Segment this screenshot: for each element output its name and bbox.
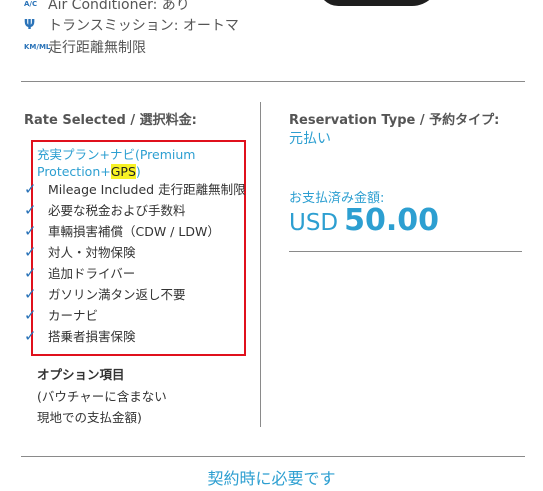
checkmark-icon: ✓	[24, 305, 37, 324]
inclusion-label: 対人・対物保険	[48, 245, 136, 260]
mileage-icon: KM/ML	[24, 43, 51, 51]
reservation-type-value: 元払い	[289, 131, 331, 147]
car-image	[318, 0, 440, 6]
divider-vertical	[260, 102, 261, 427]
inclusion-label: 搭乗者損害保険	[48, 329, 136, 344]
inclusion-label: ガソリン満タン返し不要	[48, 287, 186, 302]
feature-label: Air Conditioner: あり	[48, 0, 190, 13]
list-item: ✓ 追加ドライバー	[24, 262, 246, 283]
list-item: ✓ ガソリン満タン返し不要	[24, 283, 246, 304]
feature-mileage: KM/ML 走行距離無制限	[24, 37, 146, 57]
checkmark-icon: ✓	[24, 263, 37, 282]
list-item: ✓ カーナビ	[24, 304, 246, 325]
feature-air-conditioner: A/C Air Conditioner: あり	[24, 0, 190, 14]
paid-amount: USD 50.00	[289, 203, 439, 238]
checkmark-icon: ✓	[24, 284, 37, 303]
options-note-line-1: (バウチャーに含まない	[37, 389, 167, 404]
inclusion-label: 必要な税金および手数料	[48, 203, 186, 218]
inclusion-label: 追加ドライバー	[48, 266, 136, 281]
checkmark-icon: ✓	[24, 200, 37, 219]
feature-transmission: Ψ トランスミッション: オートマ	[24, 15, 239, 35]
required-at-contract-link[interactable]: 契約時に必要です	[0, 465, 543, 489]
list-item: ✓ Mileage Included 走行距離無制限	[24, 178, 246, 199]
currency-code: USD	[289, 210, 339, 236]
inclusion-label: Mileage Included 走行距離無制限	[48, 182, 246, 197]
options-note-line-2: 現地での支払金額)	[37, 410, 142, 425]
feature-label: 走行距離無制限	[48, 40, 146, 56]
inclusion-label: 車輛損害補償（CDW / LDW）	[48, 224, 220, 239]
rate-selected-title: Rate Selected / 選択料金:	[24, 113, 197, 128]
checkmark-icon: ✓	[24, 179, 37, 198]
list-item: ✓ 対人・対物保険	[24, 241, 246, 262]
inclusion-label: カーナビ	[48, 308, 99, 323]
list-item: ✓ 搭乗者損害保険	[24, 325, 246, 346]
inclusions-list: ✓ Mileage Included 走行距離無制限 ✓ 必要な税金および手数料 ✓…	[24, 178, 246, 346]
plan-name-suffix: )	[135, 164, 141, 179]
list-item: ✓ 必要な税金および手数料	[24, 199, 246, 220]
options-title: オプション項目	[37, 367, 125, 382]
amount-value: 50.00	[344, 203, 440, 238]
checkmark-icon: ✓	[24, 242, 37, 261]
checkmark-icon: ✓	[24, 326, 37, 345]
transmission-icon: Ψ	[24, 17, 36, 33]
plan-name[interactable]: 充実プラン+ナビ(Premium Protection+GPS)	[37, 146, 247, 180]
divider-top	[21, 81, 525, 82]
plan-name-highlight: GPS	[110, 164, 136, 179]
divider-amount	[289, 251, 522, 252]
feature-label: トランスミッション: オートマ	[48, 18, 239, 34]
divider-bottom	[21, 456, 525, 457]
reservation-type-title: Reservation Type / 予約タイプ:	[289, 113, 500, 128]
list-item: ✓ 車輛損害補償（CDW / LDW）	[24, 220, 246, 241]
air-conditioner-icon: A/C	[24, 0, 38, 8]
checkmark-icon: ✓	[24, 221, 37, 240]
